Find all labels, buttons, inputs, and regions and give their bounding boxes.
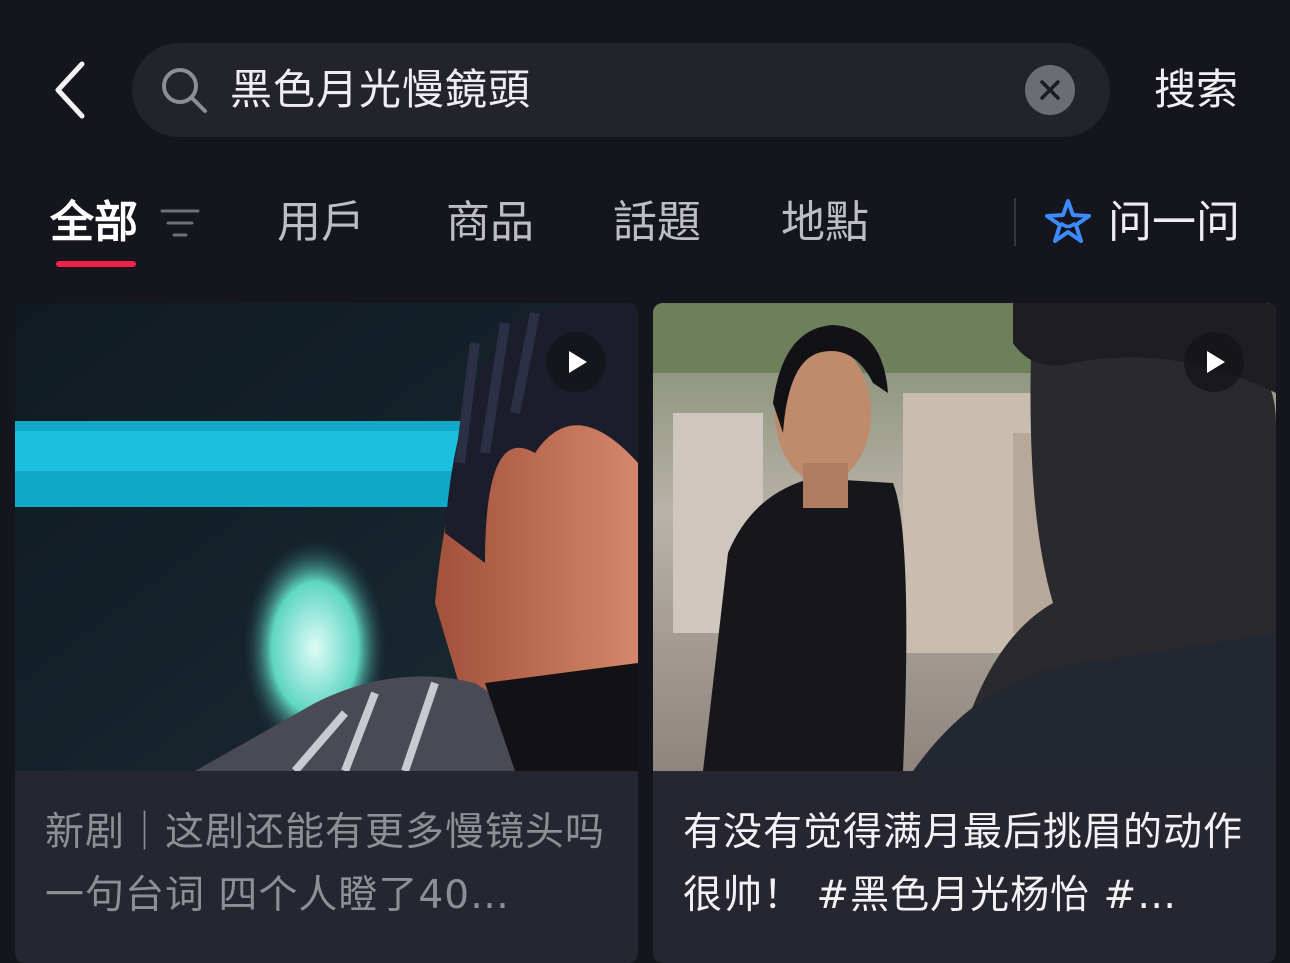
search-input[interactable]: 黑色月光慢鏡頭: [230, 43, 531, 137]
tab-all[interactable]: 全部: [50, 190, 138, 256]
active-tab-indicator: [56, 261, 136, 267]
search-bar[interactable]: 黑色月光慢鏡頭: [132, 43, 1110, 137]
clear-icon: [1040, 80, 1060, 100]
ask-ai-label: 问一问: [1108, 197, 1240, 248]
video-caption: 有没有觉得满月最后挑眉的动作很帅！ #黑色月光杨怡 #…: [683, 810, 1244, 918]
video-card[interactable]: 有没有觉得满月最后挑眉的动作很帅！ #黑色月光杨怡 #…: [653, 303, 1276, 963]
video-thumbnail: [653, 303, 1276, 771]
tab-topics[interactable]: 話題: [613, 190, 701, 256]
clear-search-button[interactable]: [1025, 65, 1075, 115]
video-caption: 新剧｜这剧还能有更多慢镜头吗 一句台词 四个人瞪了40…: [45, 810, 606, 918]
chevron-left-icon: [55, 61, 85, 119]
back-button[interactable]: [48, 58, 98, 122]
video-thumbnail: [15, 303, 638, 771]
video-card[interactable]: 新剧｜这剧还能有更多慢镜头吗 一句台词 四个人瞪了40…: [15, 303, 638, 963]
tab-users[interactable]: 用戶: [277, 190, 365, 256]
play-icon: [1184, 332, 1244, 392]
tab-divider: [1014, 198, 1016, 246]
ai-star-icon: [1045, 199, 1091, 243]
tab-products[interactable]: 商品: [446, 190, 534, 256]
tab-places[interactable]: 地點: [781, 190, 869, 256]
play-icon: [546, 332, 606, 392]
filter-icon[interactable]: [160, 205, 200, 241]
search-button[interactable]: 搜索: [1154, 58, 1238, 122]
search-icon: [162, 68, 207, 113]
